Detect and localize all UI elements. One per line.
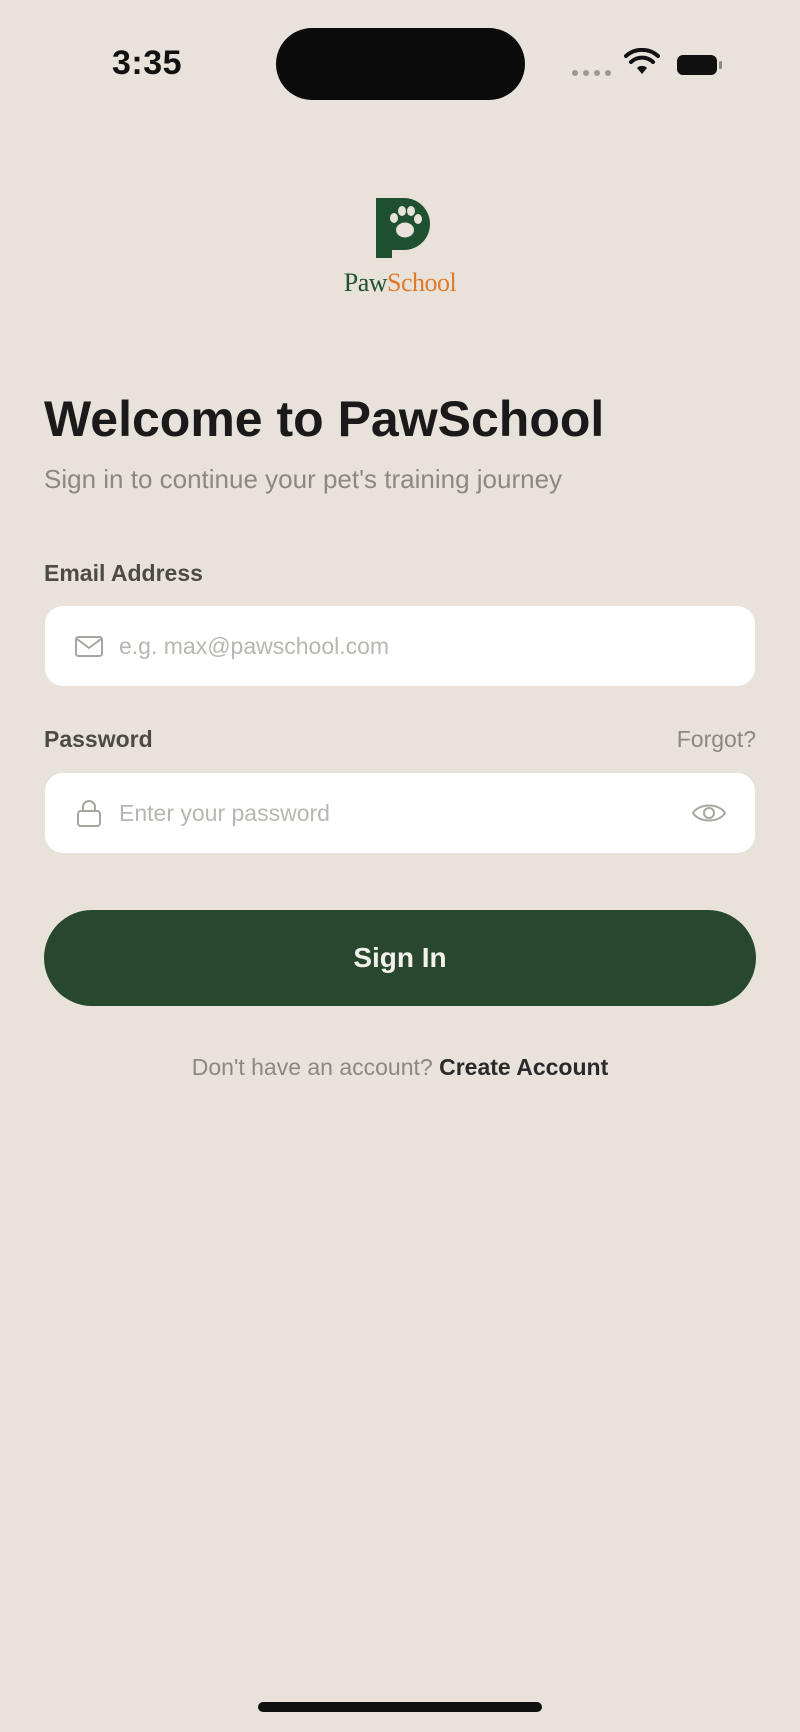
eye-icon[interactable]	[691, 797, 727, 829]
lock-icon	[77, 800, 101, 827]
cellular-signal-icon	[572, 70, 611, 76]
logo-wordmark-paw: Paw	[343, 268, 388, 297]
login-screen: 3:35 PawSchool Welcome to PawSchool Sign…	[0, 0, 800, 1732]
password-input[interactable]	[119, 773, 679, 853]
pawschool-logo: PawSchool	[330, 192, 470, 302]
page-subtitle: Sign in to continue your pet's training …	[44, 464, 563, 494]
email-label: Email Address	[44, 560, 203, 586]
page-title: Welcome to PawSchool	[44, 391, 605, 447]
password-field[interactable]	[45, 773, 755, 853]
status-time: 3:35	[112, 44, 183, 82]
create-account-prompt-text: Don't have an account?	[191, 1054, 433, 1080]
create-account-prompt: Don't have an account? Create Account	[0, 1054, 800, 1081]
sign-in-button[interactable]: Sign In	[44, 910, 756, 1006]
create-account-link[interactable]: Create Account	[439, 1054, 608, 1080]
dynamic-island	[276, 28, 525, 100]
logo-wordmark: PawSchool	[330, 268, 470, 298]
email-input[interactable]	[119, 606, 679, 686]
wifi-icon	[624, 48, 660, 74]
email-field[interactable]	[45, 606, 755, 686]
forgot-password-link[interactable]: Forgot?	[677, 726, 756, 753]
logo-wordmark-school: School	[387, 268, 457, 297]
mail-icon	[75, 636, 103, 657]
password-label: Password	[44, 726, 153, 752]
home-indicator[interactable]	[258, 1702, 542, 1712]
paw-p-logo-icon	[376, 198, 430, 258]
battery-icon	[677, 55, 722, 75]
